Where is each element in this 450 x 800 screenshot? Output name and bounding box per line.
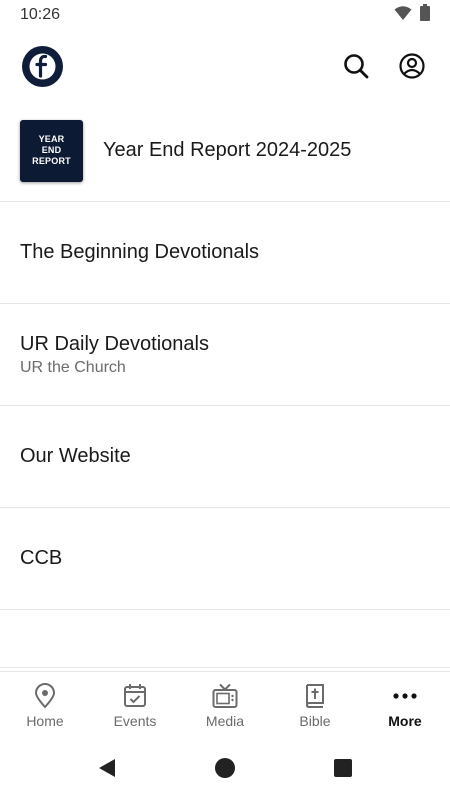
status-bar: 10:26 xyxy=(0,0,450,30)
item-text: The Beginning Devotionals xyxy=(20,241,259,264)
recents-square-icon xyxy=(334,758,352,777)
item-title: The Beginning Devotionals xyxy=(20,241,260,263)
nav-label: Home xyxy=(26,712,64,729)
list-item-beginning-devotionals[interactable]: The Beginning Devotionals xyxy=(0,202,450,304)
system-nav-bar xyxy=(0,740,450,800)
home-circle-icon xyxy=(215,757,235,778)
back-triangle-icon xyxy=(99,758,115,777)
item-text: UR Daily Devotionals UR the Church xyxy=(20,333,209,377)
list-spacer xyxy=(0,610,450,668)
item-title: Year End Report 2024-2025 xyxy=(103,139,352,161)
status-time: 10:26 xyxy=(20,6,61,23)
item-text: Our Website xyxy=(20,445,131,468)
nav-label: Bible xyxy=(299,712,331,729)
list-item-ur-daily-devotionals[interactable]: UR Daily Devotionals UR the Church xyxy=(0,304,450,406)
church-logo[interactable] xyxy=(22,45,63,87)
item-title: Our Website xyxy=(20,445,131,467)
list-item-year-end-report[interactable]: YEAR END REPORT Year End Report 2024-202… xyxy=(0,100,450,202)
more-dots-icon xyxy=(393,692,417,699)
tv-icon xyxy=(212,683,238,708)
nav-item-events[interactable]: Events xyxy=(90,672,180,739)
item-title: CCB xyxy=(20,547,63,569)
nav-item-home[interactable]: Home xyxy=(0,672,90,739)
item-text: Year End Report 2024-2025 xyxy=(103,139,351,162)
nav-label: More xyxy=(388,712,422,729)
calendar-check-icon xyxy=(124,683,146,707)
nav-item-bible[interactable]: Bible xyxy=(270,672,360,739)
account-icon xyxy=(399,53,425,79)
logo-f-icon xyxy=(29,53,56,79)
nav-item-more[interactable]: More xyxy=(360,672,450,739)
bottom-nav: Home Events Media Bible More xyxy=(0,671,450,739)
item-text: CCB xyxy=(20,547,62,570)
battery-icon xyxy=(420,4,430,26)
status-icons xyxy=(394,4,430,26)
thumbnail-text: YEAR END REPORT xyxy=(32,134,71,166)
more-list: YEAR END REPORT Year End Report 2024-202… xyxy=(0,100,450,668)
item-title: UR Daily Devotionals xyxy=(20,332,209,355)
search-button[interactable] xyxy=(340,50,372,82)
header-actions xyxy=(340,50,428,82)
wifi-icon xyxy=(394,5,412,26)
nav-label: Media xyxy=(205,712,245,729)
back-button[interactable] xyxy=(96,757,118,784)
map-pin-icon xyxy=(34,682,56,708)
nav-label: Events xyxy=(113,712,157,729)
year-end-report-thumbnail: YEAR END REPORT xyxy=(20,119,83,182)
account-button[interactable] xyxy=(396,50,428,82)
nav-item-media[interactable]: Media xyxy=(180,672,270,739)
app-header xyxy=(0,42,450,90)
list-item-ccb[interactable]: CCB xyxy=(0,508,450,610)
search-icon xyxy=(344,54,369,79)
bible-icon xyxy=(305,683,324,708)
home-button[interactable] xyxy=(214,757,236,784)
recents-button[interactable] xyxy=(332,757,354,784)
list-item-our-website[interactable]: Our Website xyxy=(0,406,450,508)
item-subtitle: UR the Church xyxy=(20,358,126,376)
